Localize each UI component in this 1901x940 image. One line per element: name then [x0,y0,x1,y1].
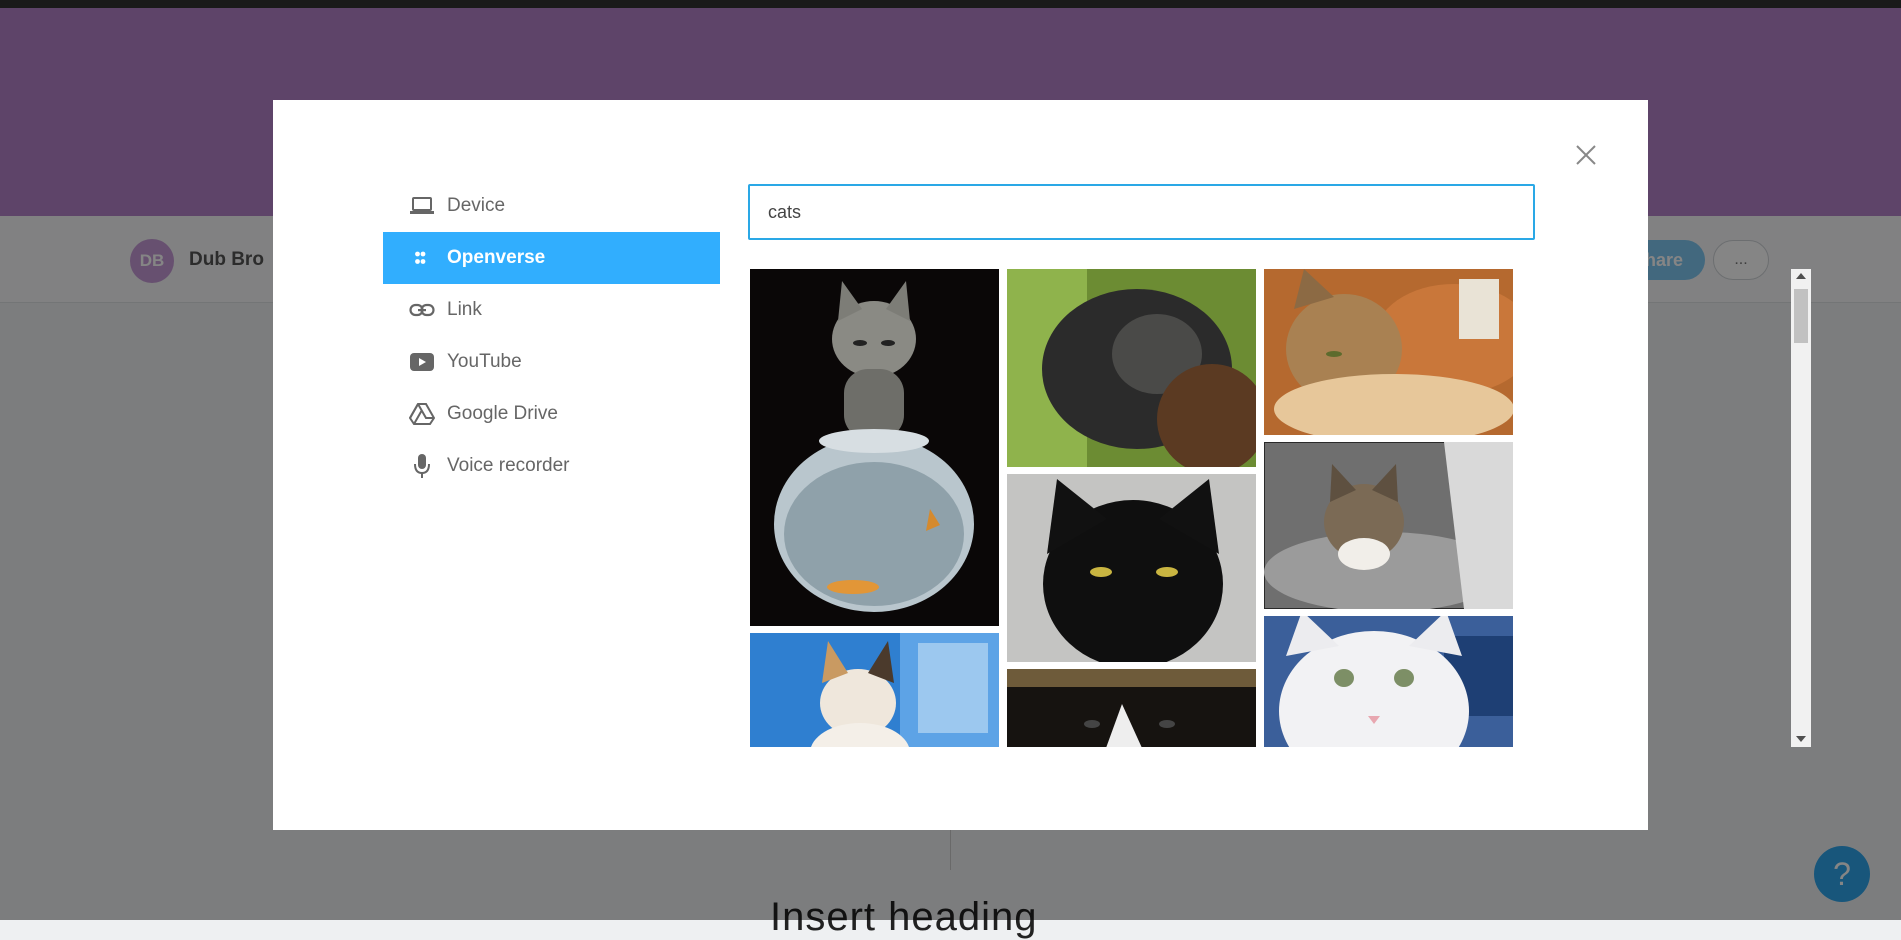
scroll-up-arrow-icon[interactable] [1796,273,1806,279]
search-input[interactable] [748,184,1535,240]
menu-item-voice-recorder[interactable]: Voice recorder [383,440,720,492]
microphone-icon [409,454,435,478]
menu-item-label: YouTube [447,351,522,372]
menu-item-label: Google Drive [447,403,558,424]
result-image[interactable] [1007,669,1256,747]
menu-item-openverse[interactable]: Openverse [383,232,720,284]
close-button[interactable] [1569,138,1603,172]
menu-item-youtube[interactable]: YouTube [383,336,720,388]
media-picker-dialog: Device Openverse Link YouTube Google Dri… [273,100,1811,830]
google-drive-icon [409,402,435,426]
menu-item-label: Link [447,299,482,320]
result-image[interactable] [750,633,999,747]
youtube-icon [409,350,435,374]
openverse-icon [409,246,435,270]
result-image[interactable] [1007,269,1256,467]
menu-item-link[interactable]: Link [383,284,720,336]
menu-item-label: Device [447,195,506,216]
menu-item-device[interactable]: Device [383,180,720,232]
result-image[interactable] [1264,269,1513,435]
close-icon [1576,145,1596,165]
result-image[interactable] [750,269,999,626]
link-icon [409,298,435,322]
results-scrollbar[interactable] [1791,269,1811,747]
result-image[interactable] [1264,616,1513,747]
source-menu: Device Openverse Link YouTube Google Dri… [383,180,720,492]
image-results-grid [750,269,1539,747]
result-image[interactable] [1007,474,1256,662]
menu-item-label: Voice recorder [447,455,570,476]
laptop-icon [409,194,435,218]
scroll-down-arrow-icon[interactable] [1796,736,1806,742]
menu-item-google-drive[interactable]: Google Drive [383,388,720,440]
scroll-thumb[interactable] [1794,289,1808,343]
menu-item-label: Openverse [447,247,546,268]
result-image[interactable] [1264,442,1513,609]
